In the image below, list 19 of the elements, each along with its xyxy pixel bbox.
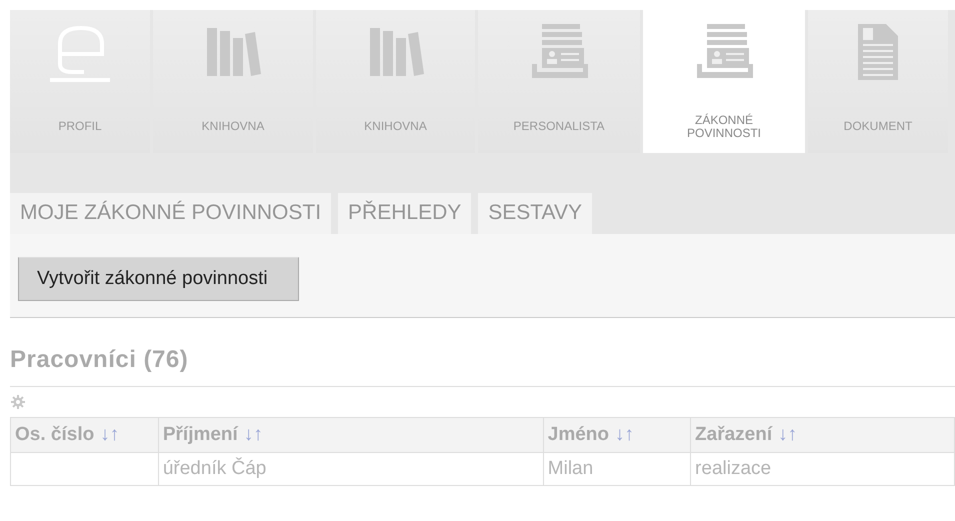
settings-icon[interactable] [11, 395, 25, 409]
document-icon [856, 22, 900, 82]
module-tile[interactable]: ZÁKONNÉ POVINNOSTI [643, 10, 805, 153]
column-header: Jméno [548, 424, 610, 445]
sub-tab[interactable]: MOJE ZÁKONNÉ POVINNOSTI [10, 193, 332, 234]
sub-tab[interactable]: SESTAVY [478, 193, 592, 234]
sub-tab[interactable]: PŘEHLEDY [338, 193, 472, 234]
sort-arrows[interactable]: ↓↑ [778, 424, 798, 445]
section-title: Pracovníci (76) [10, 346, 955, 387]
column-header: Příjmení [162, 424, 238, 445]
sort-arrows[interactable]: ↓↑ [615, 424, 634, 445]
table-cell: realizace [690, 452, 954, 486]
column-header: Zařazení [695, 424, 772, 445]
column-header: Os. číslo [15, 424, 94, 445]
sort-arrows[interactable]: ↓↑ [100, 424, 120, 445]
table-cell: úředník Čáp [158, 452, 544, 486]
table-cell: Milan [543, 452, 691, 486]
sort-arrows[interactable]: ↓↑ [244, 424, 263, 445]
create-button[interactable]: Vytvořit zákonné povinnosti [18, 256, 299, 300]
